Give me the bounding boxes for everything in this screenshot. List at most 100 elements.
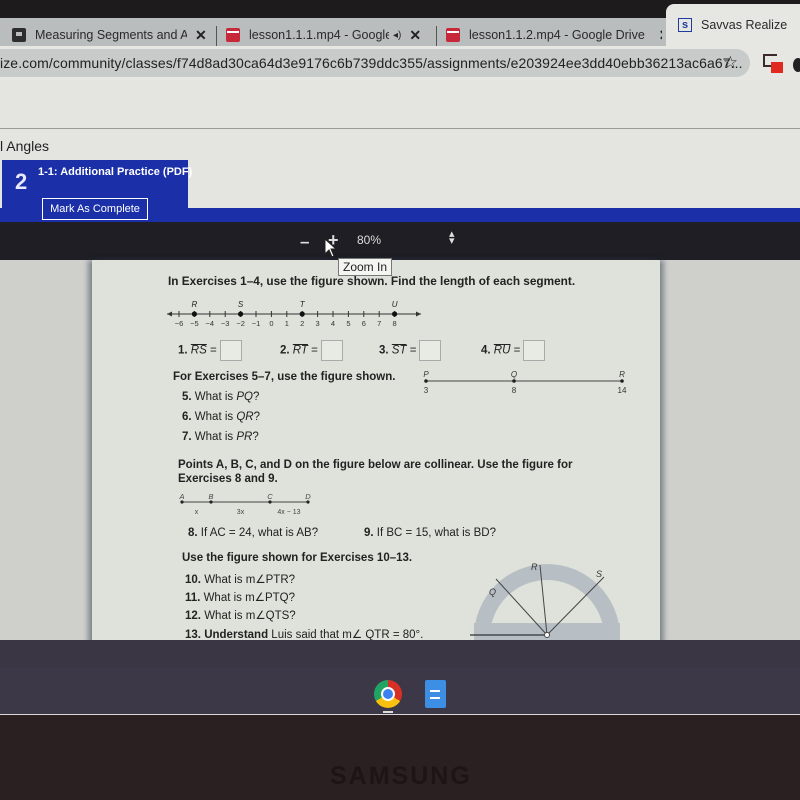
question-10: 10. What is m∠PTR?	[185, 574, 296, 586]
segment-length-label: x	[195, 509, 199, 516]
point-u	[392, 311, 398, 317]
mouse-cursor-icon	[324, 238, 338, 258]
point-label: R	[192, 300, 198, 309]
tick-label: −2	[236, 319, 245, 328]
bookmark-star-icon[interactable]: ☆	[723, 53, 738, 73]
number-line-figure: −6 −5 −4 −3 −2 −1 0 1 2 3 4 5 6 7 8 R S T U	[167, 300, 421, 328]
exercise-10-13-instruction: Use the figure shown for Exercises 10–13…	[182, 552, 413, 564]
zoom-select-arrows-icon[interactable]: ▴ ▾	[449, 229, 455, 247]
point-label: T	[300, 300, 306, 309]
extension-icon[interactable]	[763, 54, 785, 74]
address-bar[interactable]: ize.com/community/classes/f74d8ad30ca64d…	[0, 49, 750, 77]
brand-logo: SAMSUNG	[330, 762, 472, 790]
point-label: S	[238, 300, 244, 309]
answer-box[interactable]	[320, 340, 343, 361]
segment-length-label: 3x	[237, 509, 245, 516]
google-docs-icon[interactable]	[425, 680, 446, 708]
exercise-1-4-instruction: In Exercises 1–4, use the figure shown. …	[168, 274, 576, 288]
tab-title: lesson1.1.1.mp4 - Google D	[249, 28, 389, 42]
point-label: D	[305, 492, 311, 501]
point-label: B	[208, 492, 213, 501]
answer-box[interactable]	[419, 340, 442, 361]
question-7: 7. What is PR?	[182, 431, 259, 443]
screen: Measuring Segments and Angle ✕ lesson1.1…	[0, 0, 800, 715]
tab-title: Measuring Segments and Angle	[35, 28, 187, 42]
tab-separator	[216, 26, 217, 46]
question-1: 1. RS =	[178, 340, 242, 361]
breadcrumb[interactable]: l Angles	[0, 138, 49, 154]
tick-label: 0	[269, 319, 273, 328]
url-text[interactable]: ize.com/community/classes/f74d8ad30ca64d…	[0, 55, 743, 71]
coordinate-label: 14	[618, 386, 627, 395]
tab-title: Savvas Realize	[701, 18, 788, 32]
point-q	[512, 379, 516, 383]
protractor-figure: P Q R S T	[470, 562, 620, 650]
savvas-icon: s	[678, 18, 692, 32]
point-label: P	[423, 370, 429, 379]
close-icon[interactable]: ✕	[409, 27, 421, 44]
point-label: R	[619, 370, 625, 379]
arrow-left-icon	[167, 311, 172, 317]
exercise-1-4-questions: 1. RS = 2. RT = 3. ST = 4. RU =	[178, 337, 578, 361]
question-2: 2. RT =	[280, 340, 343, 361]
divider	[0, 128, 800, 129]
tick-label: 1	[285, 319, 289, 328]
tick-label: 3	[316, 319, 320, 328]
tab-savvas-realize[interactable]: s Savvas Realize	[666, 4, 800, 46]
tick-label: 4	[331, 319, 335, 328]
question-9: 9. If BC = 15, what is BD?	[364, 527, 497, 539]
point-label: A	[178, 492, 184, 501]
chrome-icon[interactable]	[374, 680, 402, 708]
tab-title: lesson1.1.2.mp4 - Google Drive	[469, 28, 645, 42]
laptop-bezel: SAMSUNG	[0, 715, 800, 800]
item-number: 2	[15, 169, 28, 194]
tick-label: −3	[221, 319, 230, 328]
label-r: R	[531, 562, 538, 572]
coordinate-label: 3	[424, 386, 429, 395]
question-6: 6. What is QR?	[182, 411, 260, 423]
segment-length-label: 4x − 13	[277, 509, 300, 516]
classroom-icon	[12, 28, 26, 42]
exercise-5-7-instruction: For Exercises 5–7, use the figure shown.	[173, 371, 396, 383]
label-q: Q	[489, 587, 496, 597]
pqr-segment-figure: P 3 Q 8 R 14	[423, 370, 627, 395]
point-p	[424, 379, 428, 383]
answer-box[interactable]	[523, 340, 546, 361]
close-icon[interactable]: ✕	[195, 27, 207, 44]
exercise-8-9-instruction-line1: Points A, B, C, and D on the figure belo…	[178, 459, 573, 471]
tick-label: −4	[206, 319, 215, 328]
tick-label: 5	[346, 319, 350, 328]
exercise-8-9-instruction-line2: Exercises 8 and 9.	[178, 473, 278, 485]
tick-label: 6	[362, 319, 366, 328]
assignment-card: 2 1-1: Additional Practice (PDF) Mark As…	[2, 160, 192, 224]
abcd-collinear-figure: A B C Dx 3x 4x − 13	[178, 492, 311, 516]
audio-icon: ◂)	[393, 29, 402, 41]
label-s: S	[596, 569, 602, 579]
pdf-toolbar	[0, 222, 800, 260]
question-11: 11. What is m∠PTQ?	[185, 592, 296, 604]
answer-box[interactable]	[219, 340, 242, 361]
point-s	[238, 311, 244, 317]
running-indicator	[383, 711, 393, 713]
vertex-t	[544, 632, 550, 638]
close-icon[interactable]: ✕	[659, 27, 662, 44]
address-bar-row: ize.com/community/classes/f74d8ad30ca64d…	[0, 46, 800, 80]
question-12: 12. What is m∠QTS?	[185, 610, 296, 622]
question-4: 4. RU =	[481, 340, 546, 361]
zoom-level[interactable]: 80%	[357, 233, 381, 247]
point-r	[620, 379, 624, 383]
tick-label: −6	[175, 319, 184, 328]
mark-as-complete-button[interactable]: Mark As Complete	[42, 198, 148, 220]
point-label: U	[392, 300, 398, 309]
zoom-out-button[interactable]: –	[300, 232, 309, 252]
tab-separator	[436, 26, 437, 46]
item-title: 1-1: Additional Practice (PDF)	[38, 166, 193, 178]
question-8: 8. If AC = 24, what is AB?	[188, 527, 319, 539]
coordinate-label: 8	[512, 386, 517, 395]
tick-label: −1	[252, 319, 261, 328]
tick-label: 8	[393, 319, 397, 328]
zoom-in-tooltip: Zoom In	[338, 258, 393, 276]
tick-label: 7	[377, 319, 381, 328]
question-13: 13. Understand Luis said that m∠ QTR = 8…	[185, 629, 424, 641]
profile-avatar[interactable]	[793, 58, 800, 72]
